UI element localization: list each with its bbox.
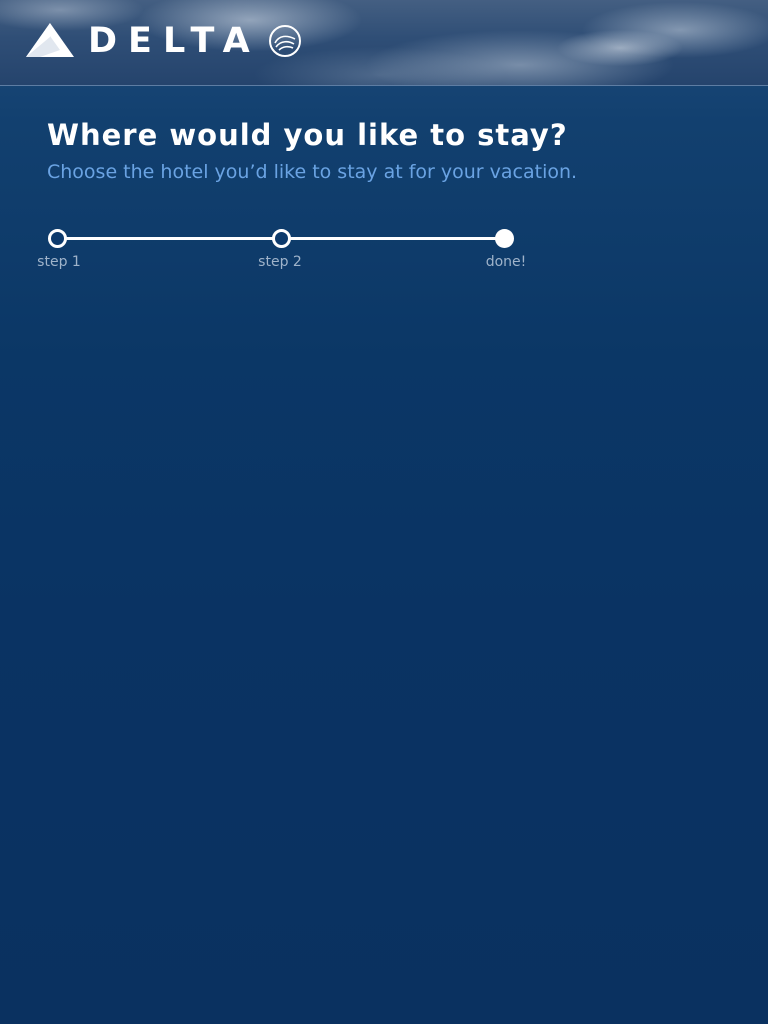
step-2-label: step 2 — [258, 254, 302, 270]
step-2-node[interactable] — [272, 229, 291, 248]
booking-page: DELTA Where would you like to stay? Choo… — [0, 0, 768, 1024]
step-done-label: done! — [485, 254, 527, 270]
progress-stepper: step 1 step 2 done! — [0, 0, 768, 300]
step-1-node[interactable] — [48, 229, 67, 248]
step-done-node[interactable] — [495, 229, 514, 248]
step-1-label: step 1 — [37, 254, 81, 270]
